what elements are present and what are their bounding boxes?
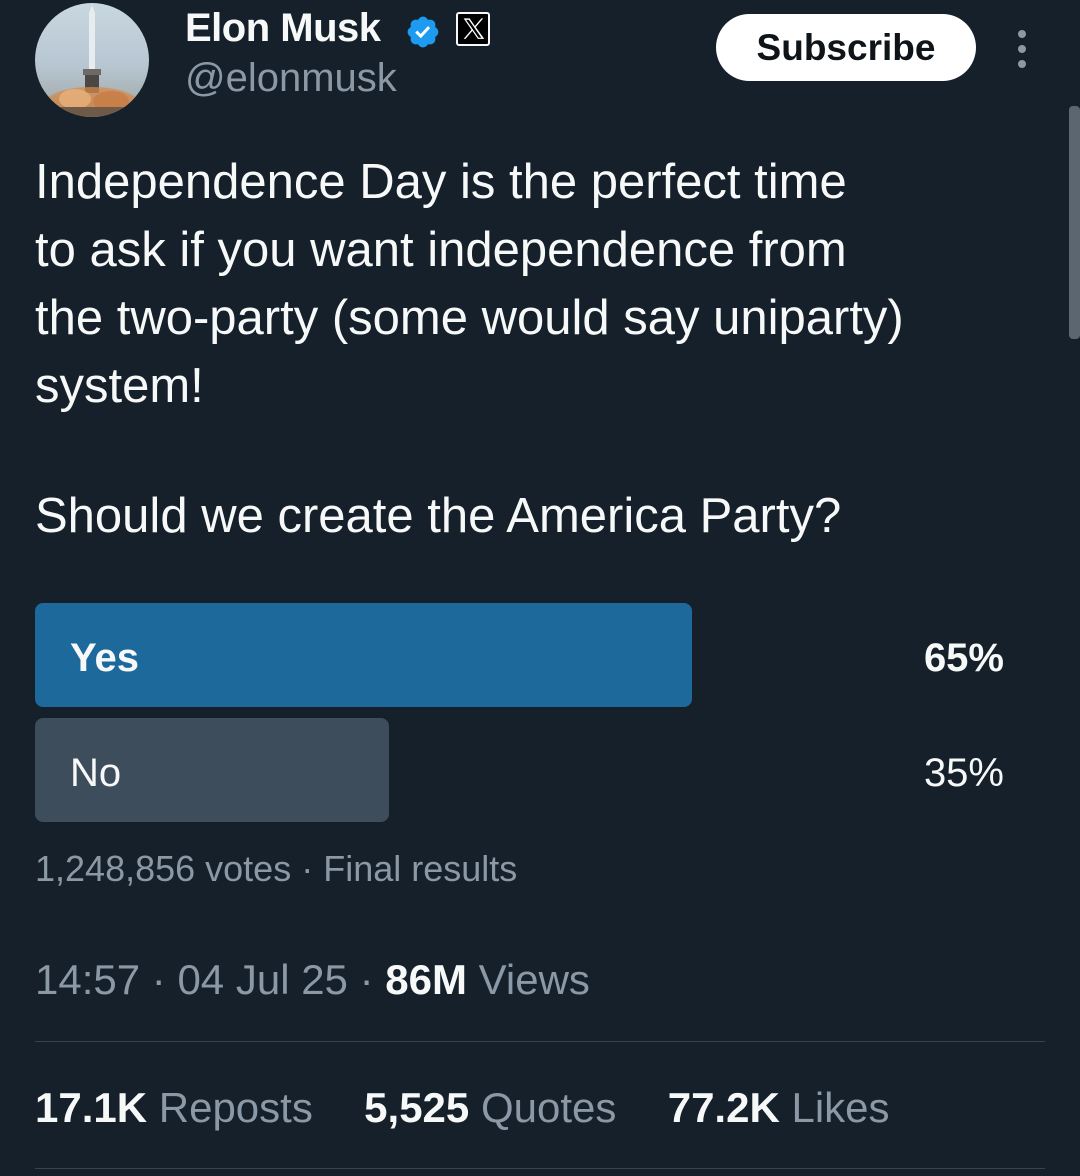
reposts-count: 17.1K (35, 1084, 148, 1131)
scrollbar[interactable] (1069, 106, 1080, 339)
post-text-line: Independence Day is the perfect time (35, 155, 847, 209)
verified-badge-icon[interactable] (405, 14, 441, 50)
post-date[interactable]: 04 Jul 25 (177, 956, 347, 1003)
author-handle[interactable]: @elonmusk (185, 56, 397, 101)
subscribe-button[interactable]: Subscribe (716, 14, 976, 81)
views-count[interactable]: 86M (385, 956, 467, 1003)
post-time[interactable]: 14:57 (35, 956, 140, 1003)
poll-status: Final results (323, 848, 518, 889)
post-text: Independence Day is the perfect time to … (35, 148, 1045, 420)
quotes-count: 5,525 (364, 1084, 470, 1131)
reposts-label: Reposts (158, 1084, 313, 1131)
post-text-line: the two-party (some would say uniparty) (35, 291, 904, 345)
poll-option-percent: 65% (923, 636, 1004, 680)
avatar[interactable] (35, 3, 149, 117)
separator-dot: · (301, 848, 314, 889)
likes-count: 77.2K (667, 1084, 780, 1131)
views-label[interactable]: Views (479, 956, 590, 1003)
poll-option-label: No (70, 751, 122, 795)
more-options-icon[interactable] (1010, 28, 1034, 70)
poll-vote-count: 1,248,856 votes (35, 848, 292, 889)
quotes-label: Quotes (480, 1084, 617, 1131)
divider (35, 1168, 1045, 1169)
separator-dot: · (151, 956, 166, 1003)
engagement-stats: 17.1K Reposts 5,525 Quotes 77.2K Likes (35, 1084, 890, 1132)
post-timestamp: 14:57 · 04 Jul 25 · 86M Views (35, 956, 590, 1004)
author-name[interactable]: Elon Musk (185, 6, 381, 51)
divider (35, 1041, 1045, 1042)
quotes-stat[interactable]: 5,525 Quotes (364, 1084, 616, 1131)
poll-option-percent: 35% (923, 751, 1004, 795)
poll-question: Should we create the America Party? (35, 489, 842, 543)
likes-label: Likes (791, 1084, 890, 1131)
poll-option-label: Yes (70, 636, 139, 680)
rocket-launch-image (35, 5, 149, 117)
x-logo-icon (456, 12, 490, 46)
reposts-stat[interactable]: 17.1K Reposts (35, 1084, 313, 1131)
separator-dot: · (359, 956, 374, 1003)
poll-meta: 1,248,856 votes · Final results (35, 848, 517, 890)
post-text-line: system! (35, 359, 204, 413)
likes-stat[interactable]: 77.2K Likes (668, 1084, 890, 1131)
post-text-line: to ask if you want independence from (35, 223, 847, 277)
